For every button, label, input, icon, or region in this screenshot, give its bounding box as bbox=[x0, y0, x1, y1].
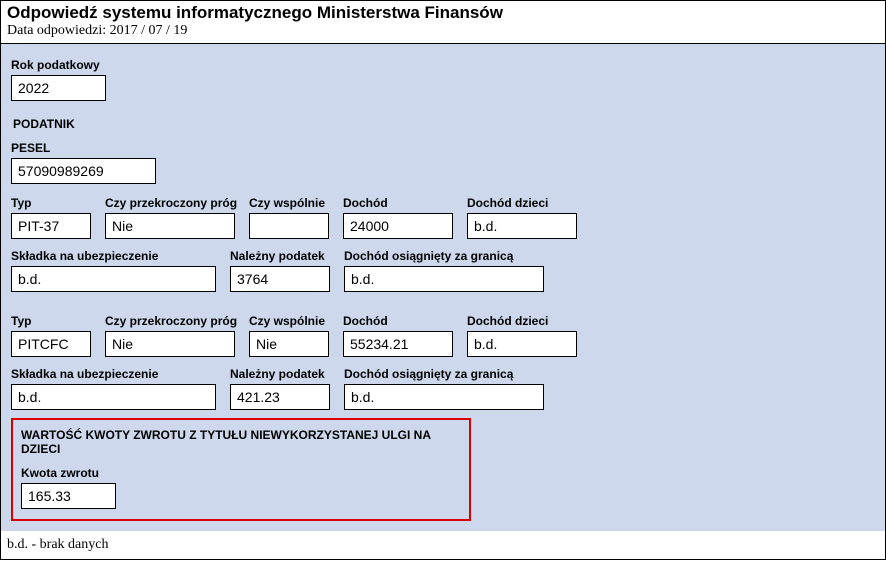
b2-typ-value: PITCFC bbox=[11, 331, 91, 357]
podatnik-heading: PODATNIK bbox=[13, 117, 875, 131]
b2-zagranica-label: Dochód osiągnięty za granicą bbox=[344, 367, 544, 381]
b1-podatek-value: 3764 bbox=[230, 266, 330, 292]
b2-podatek-value: 421.23 bbox=[230, 384, 330, 410]
b1-prog-value: Nie bbox=[105, 213, 235, 239]
b2-dochod-dzieci-value: b.d. bbox=[467, 331, 577, 357]
block2-row2: Składka na ubezpieczenie b.d. Należny po… bbox=[11, 367, 875, 410]
kwota-zwrotu-label: Kwota zwrotu bbox=[21, 466, 116, 480]
rok-podatkowy-label: Rok podatkowy bbox=[11, 58, 106, 72]
b1-dochod-label: Dochód bbox=[343, 196, 453, 210]
pesel-value: 57090989269 bbox=[11, 158, 156, 184]
header-date-label: Data odpowiedzi: bbox=[7, 23, 106, 38]
body-area: Rok podatkowy 2022 PODATNIK PESEL 570909… bbox=[1, 44, 885, 531]
block1-row2: Składka na ubezpieczenie b.d. Należny po… bbox=[11, 249, 875, 292]
refund-heading: WARTOŚĆ KWOTY ZWROTU Z TYTUŁU NIEWYKORZY… bbox=[21, 428, 461, 456]
header-date: Data odpowiedzi: 2017 / 07 / 19 bbox=[7, 23, 879, 39]
b1-prog-label: Czy przekroczony próg bbox=[105, 196, 235, 210]
b1-skladka-value: b.d. bbox=[11, 266, 216, 292]
b1-typ-label: Typ bbox=[11, 196, 91, 210]
pesel-label: PESEL bbox=[11, 141, 156, 155]
b2-dochod-label: Dochód bbox=[343, 314, 453, 328]
b2-skladka-value: b.d. bbox=[11, 384, 216, 410]
b2-dochod-value: 55234.21 bbox=[343, 331, 453, 357]
b2-skladka-label: Składka na ubezpieczenie bbox=[11, 367, 216, 381]
header-title: Odpowiedź systemu informatycznego Minist… bbox=[7, 3, 879, 23]
b1-podatek-label: Należny podatek bbox=[230, 249, 330, 263]
block2-row1: Typ PITCFC Czy przekroczony próg Nie Czy… bbox=[11, 314, 875, 357]
kwota-zwrotu-value: 165.33 bbox=[21, 483, 116, 509]
b2-prog-label: Czy przekroczony próg bbox=[105, 314, 235, 328]
b2-wspolnie-value: Nie bbox=[249, 331, 329, 357]
b2-prog-value: Nie bbox=[105, 331, 235, 357]
header: Odpowiedź systemu informatycznego Minist… bbox=[1, 1, 885, 44]
b1-dochod-value: 24000 bbox=[343, 213, 453, 239]
header-date-value: 2017 / 07 / 19 bbox=[110, 23, 188, 38]
block1-row1: Typ PIT-37 Czy przekroczony próg Nie Czy… bbox=[11, 196, 875, 239]
b2-dochod-dzieci-label: Dochód dzieci bbox=[467, 314, 577, 328]
rok-podatkowy-value: 2022 bbox=[11, 75, 106, 101]
footer-legend: b.d. - brak danych bbox=[1, 531, 885, 559]
b1-zagranica-label: Dochód osiągnięty za granicą bbox=[344, 249, 544, 263]
b2-wspolnie-label: Czy wspólnie bbox=[249, 314, 329, 328]
response-container: Odpowiedź systemu informatycznego Minist… bbox=[0, 0, 886, 560]
b1-wspolnie-label: Czy wspólnie bbox=[249, 196, 329, 210]
b1-dochod-dzieci-label: Dochód dzieci bbox=[467, 196, 577, 210]
b2-podatek-label: Należny podatek bbox=[230, 367, 330, 381]
refund-highlight-box: WARTOŚĆ KWOTY ZWROTU Z TYTUŁU NIEWYKORZY… bbox=[11, 418, 471, 521]
b1-typ-value: PIT-37 bbox=[11, 213, 91, 239]
b1-wspolnie-value bbox=[249, 213, 329, 239]
b1-zagranica-value: b.d. bbox=[344, 266, 544, 292]
b2-typ-label: Typ bbox=[11, 314, 91, 328]
b2-zagranica-value: b.d. bbox=[344, 384, 544, 410]
b1-dochod-dzieci-value: b.d. bbox=[467, 213, 577, 239]
b1-skladka-label: Składka na ubezpieczenie bbox=[11, 249, 216, 263]
